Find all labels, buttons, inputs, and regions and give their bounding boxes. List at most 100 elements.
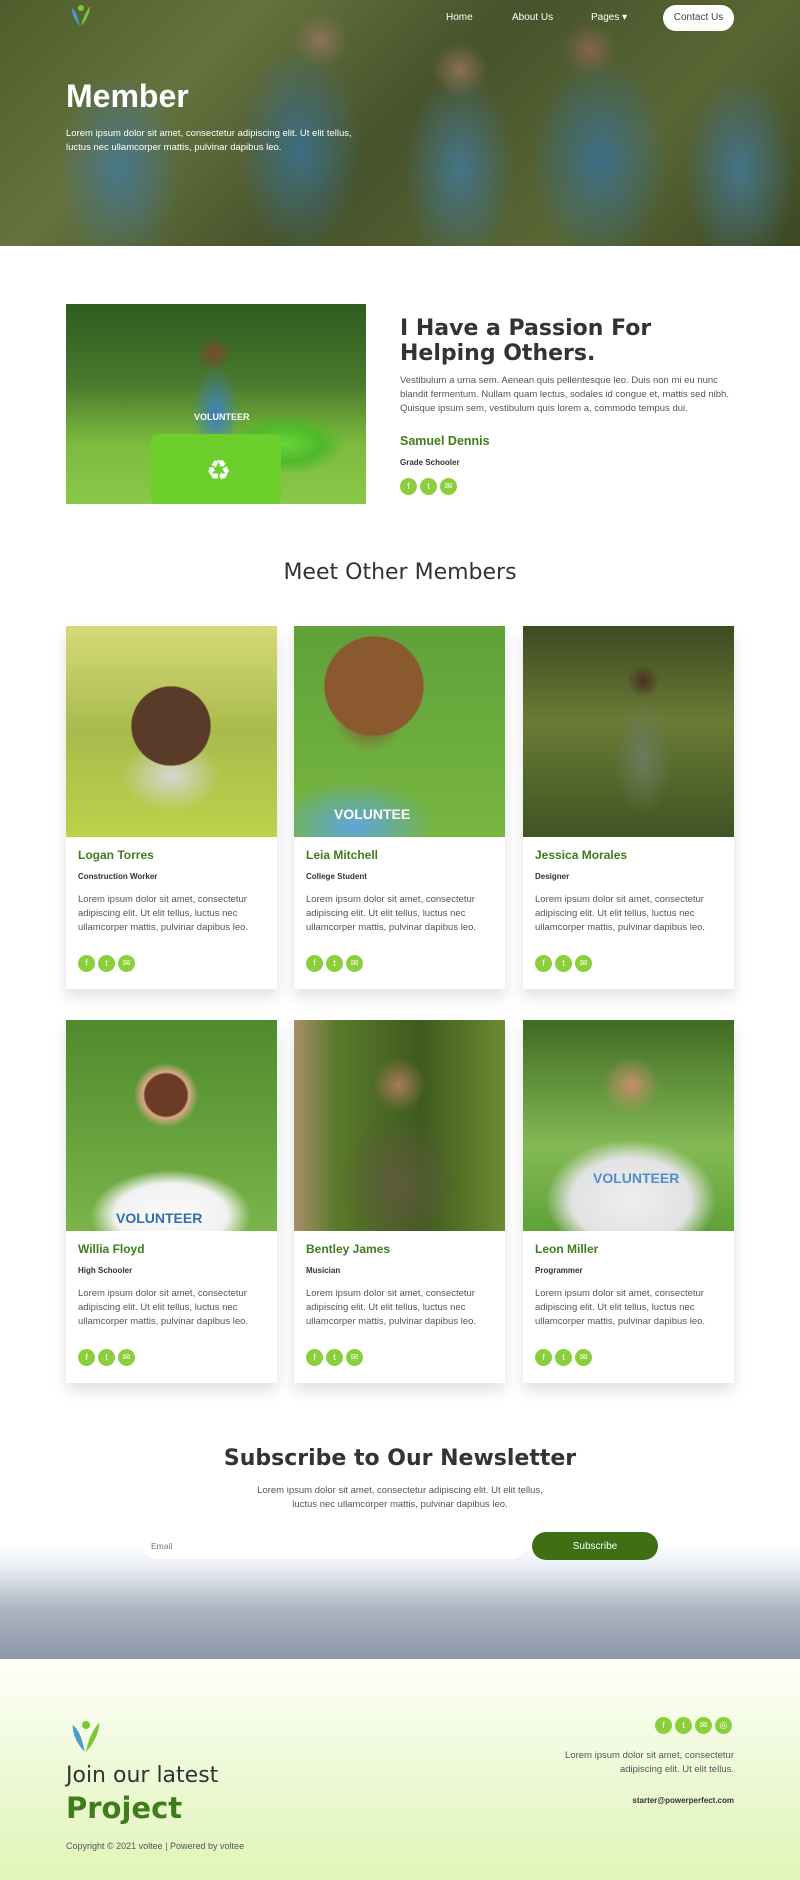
member-social-links: f t ✉ [306,1349,363,1366]
twitter-icon[interactable]: t [420,478,437,495]
member-role: High Schooler [78,1266,133,1275]
footer-project-text: Project [66,1791,183,1825]
email-field[interactable] [143,1533,525,1559]
newsletter-heading: Subscribe to Our Newsletter [223,1446,577,1471]
contact-us-button[interactable]: Contact Us [663,5,734,31]
email-icon[interactable]: ✉ [695,1717,712,1734]
facebook-icon[interactable]: f [78,955,95,972]
member-card: VOLUNTEE Leia Mitchell College Student L… [294,626,505,989]
facebook-icon[interactable]: f [535,955,552,972]
featured-member-photo: VOLUNTEER ♻ [66,304,366,504]
nav-pages-label: Pages [591,12,620,23]
shirt-text: VOLUNTEER [194,412,250,422]
member-photo: VOLUNTEER [66,1020,277,1231]
footer: Join our latest Project Copyright © 2021… [0,1659,800,1880]
nav-about-link[interactable]: About Us [512,12,553,23]
shirt-text: VOLUNTEER [593,1170,680,1186]
twitter-icon[interactable]: t [98,1349,115,1366]
featured-member-section: VOLUNTEER ♻ I Have a Passion For Helping… [0,246,800,536]
recycle-icon: ♻ [206,455,232,486]
instagram-icon[interactable]: ◎ [715,1717,732,1734]
featured-heading: I Have a Passion For Helping Others. [400,316,652,366]
member-social-links: f t ✉ [78,955,135,972]
members-heading: Meet Other Members [283,560,517,585]
chevron-down-icon: ▾ [622,12,628,23]
facebook-icon[interactable]: f [306,955,323,972]
member-role: College Student [306,872,367,881]
member-photo: VOLUNTEE [294,626,505,837]
email-icon[interactable]: ✉ [575,955,592,972]
member-social-links: f t ✉ [535,1349,592,1366]
member-description: Lorem ipsum dolor sit amet, consectetur … [306,894,477,933]
twitter-icon[interactable]: t [555,955,572,972]
twitter-icon[interactable]: t [555,1349,572,1366]
member-social-links: f t ✉ [306,955,363,972]
logo-icon[interactable] [66,2,96,32]
members-heading-block: Meet Other Members [0,536,800,626]
member-social-links: f t ✉ [78,1349,135,1366]
member-card: Logan Torres Construction Worker Lorem i… [66,626,277,989]
member-name: Jessica Morales [535,848,628,862]
members-grid: Logan Torres Construction Worker Lorem i… [0,626,800,1420]
member-name: Leia Mitchell [306,848,379,862]
featured-social-links: f t ✉ [400,478,457,495]
twitter-icon[interactable]: t [326,955,343,972]
member-name: Willia Floyd [78,1242,145,1256]
hero-section: Home About Us Pages ▾ Contact Us Member … [0,0,800,246]
member-role: Musician [306,1266,341,1275]
member-role: Programmer [535,1266,583,1275]
member-role: Designer [535,872,570,881]
member-card: Bentley James Musician Lorem ipsum dolor… [294,1020,505,1383]
twitter-icon[interactable]: t [326,1349,343,1366]
shirt-text: VOLUNTEER [116,1210,203,1226]
member-role: Construction Worker [78,872,158,881]
email-icon[interactable]: ✉ [440,478,457,495]
footer-description: Lorem ipsum dolor sit amet, consectetur … [565,1750,734,1775]
member-description: Lorem ipsum dolor sit amet, consectetur … [535,1288,706,1327]
nav-pages-dropdown[interactable]: Pages ▾ [591,12,627,23]
member-description: Lorem ipsum dolor sit amet, consectetur … [306,1288,477,1327]
facebook-icon[interactable]: f [655,1717,672,1734]
shirt-text: VOLUNTEE [334,806,411,822]
newsletter-section: Subscribe to Our Newsletter Lorem ipsum … [0,1420,800,1659]
facebook-icon[interactable]: f [78,1349,95,1366]
member-card: VOLUNTEER Leon Miller Programmer Lorem i… [523,1020,734,1383]
logo-icon[interactable] [66,1717,106,1757]
email-icon[interactable]: ✉ [346,955,363,972]
featured-member-name: Samuel Dennis [400,434,490,448]
featured-member-role: Grade Schooler [400,458,460,467]
footer-social-links: f t ✉ ◎ [655,1717,732,1734]
top-nav: Home About Us Pages ▾ Contact Us [0,0,800,36]
twitter-icon[interactable]: t [675,1717,692,1734]
footer-join-text: Join our latest [66,1763,219,1788]
newsletter-description: Lorem ipsum dolor sit amet, consectetur … [257,1485,543,1510]
footer-email-link[interactable]: starter@powerperfect.com [545,1796,734,1805]
copyright-text: Copyright © 2021 voltee | Powered by vol… [66,1841,245,1851]
email-icon[interactable]: ✉ [118,955,135,972]
member-description: Lorem ipsum dolor sit amet, consectetur … [78,1288,249,1327]
member-photo [66,626,277,837]
member-name: Leon Miller [535,1242,599,1256]
facebook-icon[interactable]: f [535,1349,552,1366]
email-icon[interactable]: ✉ [118,1349,135,1366]
member-photo: VOLUNTEER [523,1020,734,1231]
member-photo [294,1020,505,1231]
featured-description: Vestibulum a urna sem. Aenean quis pelle… [400,375,729,414]
facebook-icon[interactable]: f [306,1349,323,1366]
member-name: Bentley James [306,1242,391,1256]
twitter-icon[interactable]: t [98,955,115,972]
email-icon[interactable]: ✉ [346,1349,363,1366]
member-photo [523,626,734,837]
member-social-links: f t ✉ [535,955,592,972]
member-name: Logan Torres [78,848,154,862]
subscribe-button[interactable]: Subscribe [532,1532,658,1560]
email-icon[interactable]: ✉ [575,1349,592,1366]
page-title: Member [66,78,189,114]
member-card: Jessica Morales Designer Lorem ipsum dol… [523,626,734,989]
facebook-icon[interactable]: f [400,478,417,495]
member-description: Lorem ipsum dolor sit amet, consectetur … [535,894,706,933]
member-card: VOLUNTEER Willia Floyd High Schooler Lor… [66,1020,277,1383]
member-description: Lorem ipsum dolor sit amet, consectetur … [78,894,249,933]
nav-home-link[interactable]: Home [446,12,473,23]
hero-description: Lorem ipsum dolor sit amet, consectetur … [66,128,352,153]
